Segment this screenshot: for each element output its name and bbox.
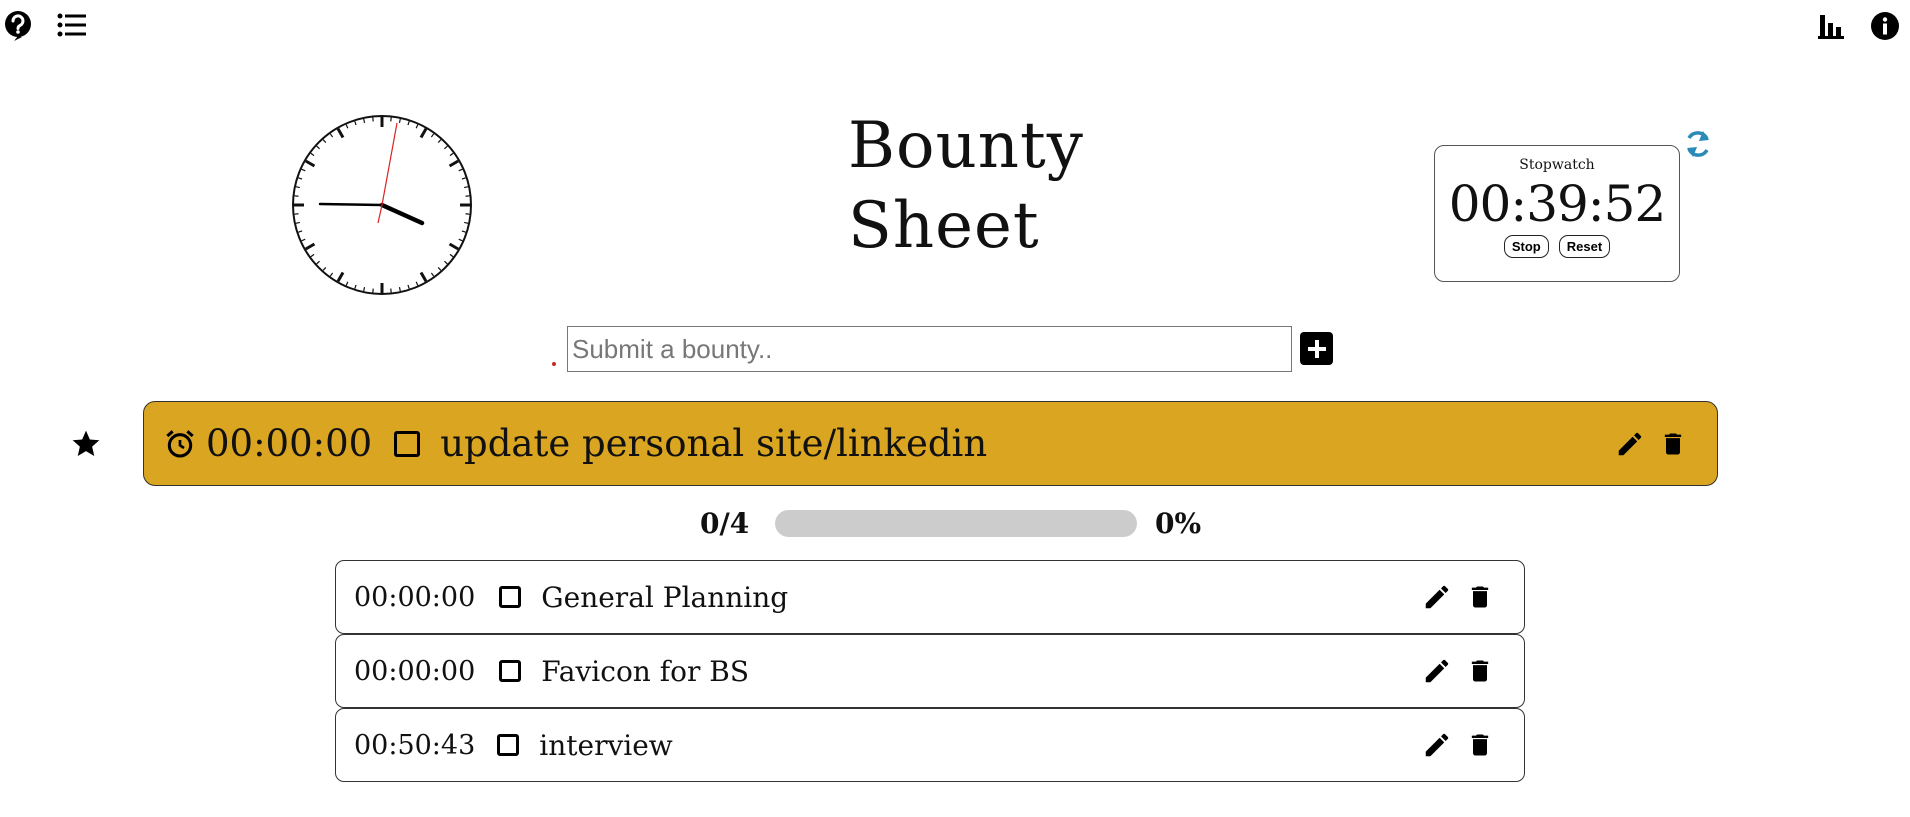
bounty-text: update personal site/linkedin xyxy=(440,422,988,465)
trash-icon[interactable] xyxy=(1659,429,1687,459)
stopwatch-panel: Stopwatch 00:39:52 Stop Reset xyxy=(1434,145,1680,282)
edit-icon[interactable] xyxy=(1422,730,1452,760)
reset-button[interactable]: Reset xyxy=(1558,235,1611,258)
progress-percent: 0% xyxy=(1155,506,1202,540)
subtask-text: Favicon for BS xyxy=(541,654,749,688)
list-icon[interactable] xyxy=(57,12,87,38)
alarm-icon[interactable] xyxy=(164,427,196,461)
title-line-2: Sheet xyxy=(848,189,1040,263)
title-line-1: Bounty xyxy=(848,109,1084,183)
bounty-timer: 00:00:00 xyxy=(206,422,373,465)
trash-icon[interactable] xyxy=(1466,730,1494,760)
bounty-checkbox[interactable] xyxy=(394,430,421,457)
progress-bar xyxy=(775,509,1137,537)
page-title: Bounty Sheet xyxy=(848,106,1084,266)
subtask-timer: 00:00:00 xyxy=(354,655,476,687)
star-icon[interactable] xyxy=(70,428,102,460)
trash-icon[interactable] xyxy=(1466,582,1494,612)
stopwatch-time: 00:39:52 xyxy=(1448,175,1667,233)
plus-icon xyxy=(1307,339,1326,358)
subtask-checkbox[interactable] xyxy=(497,734,520,756)
trash-icon[interactable] xyxy=(1466,656,1494,686)
subtask-row[interactable]: 00:00:00 General Planning xyxy=(335,560,1525,634)
progress-row: 0/4 0% xyxy=(700,505,1201,541)
add-bounty-button[interactable] xyxy=(1300,332,1333,365)
help-icon[interactable] xyxy=(4,10,32,42)
bar-chart-icon[interactable] xyxy=(1818,13,1844,39)
main-bounty-row[interactable]: 00:00:00 update personal site/linkedin xyxy=(143,401,1718,486)
stopwatch-label: Stopwatch xyxy=(1519,157,1595,173)
subtask-checkbox[interactable] xyxy=(499,660,522,682)
subtask-row[interactable]: 00:00:00 Favicon for BS xyxy=(335,634,1525,708)
analog-clock xyxy=(290,113,474,297)
subtask-timer: 00:50:43 xyxy=(354,729,476,761)
subtask-timer: 00:00:00 xyxy=(354,581,476,613)
refresh-icon[interactable] xyxy=(1683,128,1713,160)
stop-button[interactable]: Stop xyxy=(1503,235,1549,258)
submit-bounty-input[interactable] xyxy=(567,326,1292,372)
progress-count: 0/4 xyxy=(700,506,750,540)
edit-icon[interactable] xyxy=(1422,656,1452,686)
info-icon[interactable] xyxy=(1870,11,1900,41)
subtask-row[interactable]: 00:50:43 interview xyxy=(335,708,1525,782)
subtask-text: interview xyxy=(539,728,673,762)
edit-icon[interactable] xyxy=(1422,582,1452,612)
subtask-checkbox[interactable] xyxy=(499,586,522,608)
edit-icon[interactable] xyxy=(1615,429,1645,459)
subtask-text: General Planning xyxy=(541,580,789,614)
status-dot xyxy=(552,362,556,366)
